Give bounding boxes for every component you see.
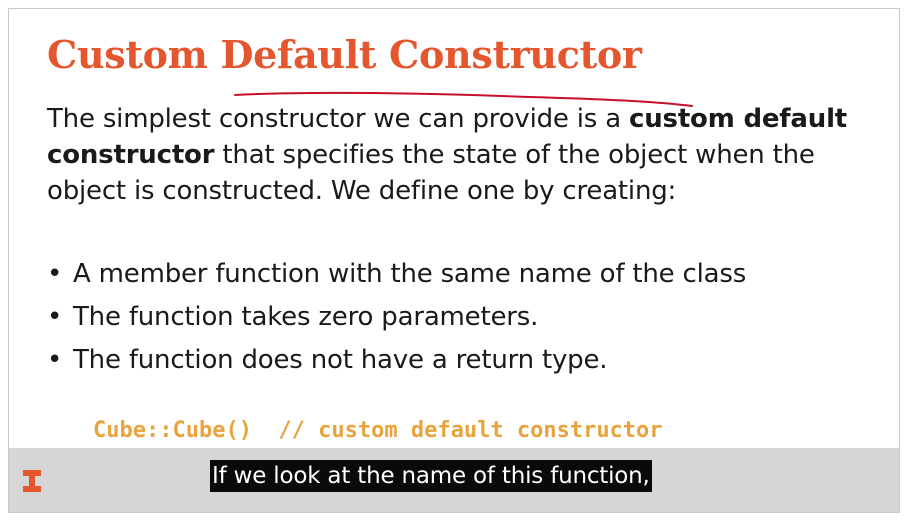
bullet-dot: • — [47, 259, 63, 289]
illinois-block-i-icon — [23, 470, 41, 492]
slide: Custom Default Constructor The simplest … — [8, 8, 900, 513]
paragraph-text-start: The simplest constructor we can provide … — [47, 104, 630, 134]
list-item: • The function takes zero parameters. — [47, 299, 746, 335]
bullet-text: A member function with the same name of … — [73, 259, 747, 289]
caption-bar: If we look at the name of this function, — [9, 448, 899, 512]
slide-title: Custom Default Constructor — [47, 32, 642, 77]
video-subtitle: If we look at the name of this function, — [210, 460, 652, 492]
bullet-list: • A member function with the same name o… — [47, 256, 746, 385]
bullet-dot: • — [47, 302, 63, 332]
list-item: • The function does not have a return ty… — [47, 342, 746, 378]
bullet-text: The function takes zero parameters. — [73, 302, 539, 332]
list-item: • A member function with the same name o… — [47, 256, 746, 292]
bullet-text: The function does not have a return type… — [73, 345, 608, 375]
slide-paragraph: The simplest constructor we can provide … — [47, 101, 867, 209]
bullet-dot: • — [47, 345, 63, 375]
code-example: Cube::Cube() // custom default construct… — [93, 418, 663, 443]
